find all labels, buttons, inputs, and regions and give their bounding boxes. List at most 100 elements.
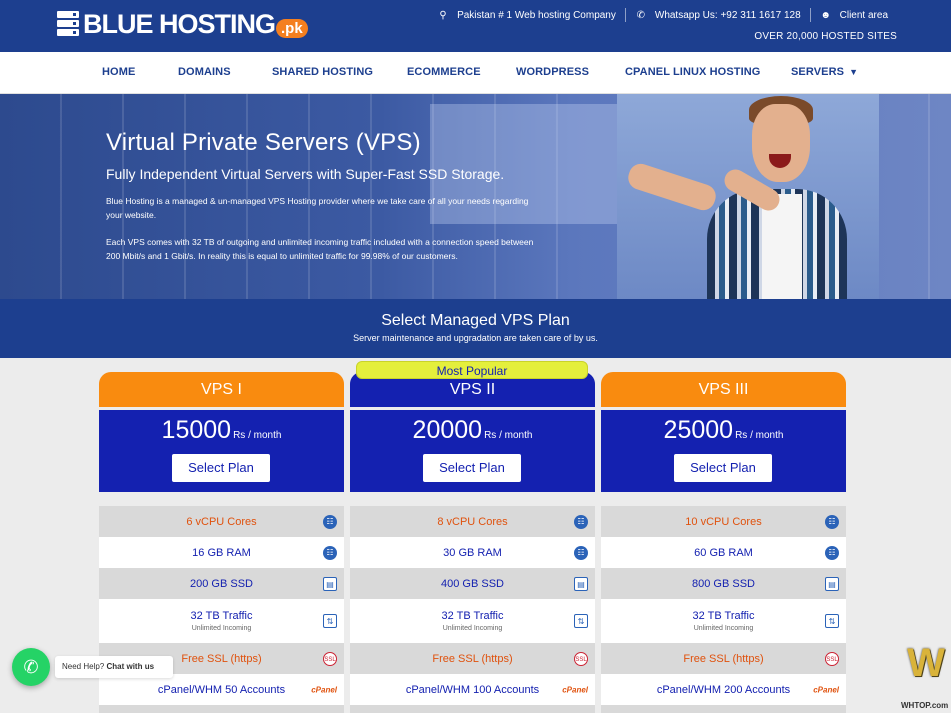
- plan-price-unit: Rs / month: [735, 430, 784, 441]
- chat-action: Chat with us: [106, 662, 155, 671]
- main-nav: HOME DOMAINS SHARED HOSTING ECOMMERCE WO…: [0, 52, 951, 94]
- nav-servers-label: SERVERS: [791, 66, 845, 78]
- feature-cpanel-label: cPanel/WHM 200 Accounts: [656, 683, 791, 696]
- feature-ssl: Free SSL (https) SSL: [601, 643, 846, 674]
- traffic-icon: ⇅: [323, 614, 337, 628]
- feature-cpanel: cPanel/WHM 100 Accounts cPanel: [350, 674, 595, 705]
- top-link-client-area[interactable]: ☻ Client area: [809, 8, 897, 22]
- feature-ssd: 400 GB SSD ▤: [350, 568, 595, 599]
- chat-prefix: Need Help?: [62, 662, 105, 671]
- plan-features: 10 vCPU Cores ☷ 60 GB RAM ☷ 800 GB SSD ▤ 32…: [601, 506, 846, 713]
- logo-text: BLUE HOSTING: [83, 9, 276, 39]
- whatsapp-icon: ✆: [636, 9, 646, 21]
- feature-ssd-label: 800 GB SSD: [692, 577, 755, 590]
- feature-row: [601, 705, 846, 713]
- plan-price: 25000: [663, 416, 734, 444]
- traffic-icon: ⇅: [574, 614, 588, 628]
- feature-row: [99, 705, 344, 713]
- feature-cpu: 6 vCPU Cores ☷: [99, 506, 344, 537]
- ssd-icon: ▤: [825, 576, 839, 591]
- whtop-text: WHTOP.com: [901, 701, 949, 710]
- hero-person-image: [617, 94, 879, 299]
- nav-wordpress[interactable]: WORDPRESS: [516, 66, 589, 78]
- select-plan-button[interactable]: Select Plan: [674, 454, 772, 482]
- hosted-sites-count: OVER 20,000 HOSTED SITES: [754, 31, 897, 42]
- plan-price-unit: Rs / month: [484, 430, 533, 441]
- feature-ssl: Free SSL (https) SSL: [350, 643, 595, 674]
- feature-ram: 60 GB RAM ☷: [601, 537, 846, 568]
- plan-price-unit: Rs / month: [233, 430, 282, 441]
- nav-cpanel-linux-hosting[interactable]: CPANEL LINUX HOSTING: [625, 66, 760, 78]
- whatsapp-chat-label[interactable]: Need Help? Chat with us: [55, 656, 173, 678]
- hero-paragraph-1: Blue Hosting is a managed & un-managed V…: [106, 196, 529, 220]
- plan-features: 6 vCPU Cores ☷ 16 GB RAM ☷ 200 GB SSD ▤ 32 …: [99, 506, 344, 713]
- feature-traffic-sub: Unlimited Incoming: [442, 625, 503, 632]
- plan-price-box: 25000 Rs / month Select Plan: [601, 410, 846, 492]
- nav-home[interactable]: HOME: [102, 66, 135, 78]
- feature-traffic-label: 32 TB Traffic: [441, 610, 504, 622]
- feature-ram: 30 GB RAM ☷: [350, 537, 595, 568]
- plan-card-vps-2: VPS II 20000 Rs / month Select Plan 8 vCP…: [350, 372, 595, 713]
- feature-ssl-label: Free SSL (https): [683, 652, 764, 665]
- plan-price-box: 20000 Rs / month Select Plan: [350, 410, 595, 492]
- select-plan-button[interactable]: Select Plan: [172, 454, 270, 482]
- cpu-icon: ☷: [323, 514, 337, 529]
- site-logo[interactable]: BLUE HOSTING .pk: [57, 9, 308, 39]
- hero-subtitle: Fully Independent Virtual Servers with S…: [106, 166, 505, 182]
- feature-cpanel: cPanel/WHM 50 Accounts cPanel: [99, 674, 344, 705]
- whatsapp-icon: ✆: [23, 657, 39, 677]
- ssl-icon: SSL: [825, 651, 839, 666]
- ssl-icon: SSL: [323, 651, 337, 666]
- feature-ssd-label: 400 GB SSD: [441, 577, 504, 590]
- feature-traffic-label: 32 TB Traffic: [692, 610, 755, 622]
- feature-traffic-label: 32 TB Traffic: [190, 610, 253, 622]
- cpanel-logo-icon: cPanel: [311, 685, 337, 694]
- ssd-icon: ▤: [574, 576, 588, 591]
- ssd-icon: ▤: [323, 576, 337, 591]
- feature-ssl-label: Free SSL (https): [181, 652, 262, 665]
- nav-ecommerce[interactable]: ECOMMERCE: [407, 66, 481, 78]
- nav-shared-hosting[interactable]: SHARED HOSTING: [272, 66, 373, 78]
- plans-title: Select Managed VPS Plan: [381, 312, 570, 329]
- plan-price-box: 15000 Rs / month Select Plan: [99, 410, 344, 492]
- whtop-watermark: W WHTOP.com: [899, 628, 951, 713]
- logo-tld: .pk: [276, 18, 308, 38]
- nav-domains[interactable]: DOMAINS: [178, 66, 231, 78]
- feature-traffic: 32 TB Traffic Unlimited Incoming ⇅: [601, 599, 846, 643]
- plan-card-vps-3: VPS III 25000 Rs / month Select Plan 10 v…: [601, 372, 846, 713]
- plan-name: VPS I: [99, 372, 344, 407]
- feature-traffic: 32 TB Traffic Unlimited Incoming ⇅: [99, 599, 344, 643]
- feature-cpanel-label: cPanel/WHM 50 Accounts: [157, 683, 286, 696]
- plan-name: VPS III: [601, 372, 846, 407]
- plans-subtitle: Server maintenance and upgradation are t…: [353, 333, 598, 343]
- feature-cpu-label: 8 vCPU Cores: [437, 515, 508, 528]
- whtop-logo-icon: W: [907, 641, 945, 685]
- award-icon: ⚲: [439, 9, 447, 21]
- feature-ram-label: 60 GB RAM: [694, 546, 753, 559]
- top-link-award[interactable]: ⚲ Pakistan # 1 Web hosting Company: [428, 8, 625, 22]
- top-link-whatsapp[interactable]: ✆ Whatsapp Us: +92 311 1617 128: [624, 8, 810, 22]
- traffic-icon: ⇅: [825, 614, 839, 628]
- feature-cpu: 8 vCPU Cores ☷: [350, 506, 595, 537]
- top-link-label: Pakistan # 1 Web hosting Company: [457, 9, 616, 21]
- feature-row: [350, 705, 595, 713]
- most-popular-badge: Most Popular: [356, 361, 588, 379]
- feature-cpu: 10 vCPU Cores ☷: [601, 506, 846, 537]
- top-bar: BLUE HOSTING .pk ⚲ Pakistan # 1 Web host…: [0, 0, 951, 52]
- ram-icon: ☷: [323, 545, 337, 560]
- feature-ram-label: 16 GB RAM: [192, 546, 251, 559]
- chevron-down-icon: ▼: [849, 67, 859, 77]
- top-links: ⚲ Pakistan # 1 Web hosting Company ✆ Wha…: [428, 8, 897, 22]
- top-link-label: Whatsapp Us: +92 311 1617 128: [654, 9, 801, 21]
- ram-icon: ☷: [574, 545, 588, 560]
- select-plan-button[interactable]: Select Plan: [423, 454, 521, 482]
- hero-paragraph-2: Each VPS comes with 32 TB of outgoing an…: [106, 237, 534, 261]
- feature-cpu-label: 10 vCPU Cores: [685, 515, 762, 528]
- cpanel-logo-icon: cPanel: [562, 685, 588, 694]
- ssl-icon: SSL: [574, 651, 588, 666]
- cpanel-logo-icon: cPanel: [813, 685, 839, 694]
- feature-ram: 16 GB RAM ☷: [99, 537, 344, 568]
- nav-servers[interactable]: SERVERS ▼: [791, 66, 858, 78]
- whatsapp-chat-button[interactable]: ✆: [12, 648, 50, 686]
- server-stack-icon: [57, 11, 79, 37]
